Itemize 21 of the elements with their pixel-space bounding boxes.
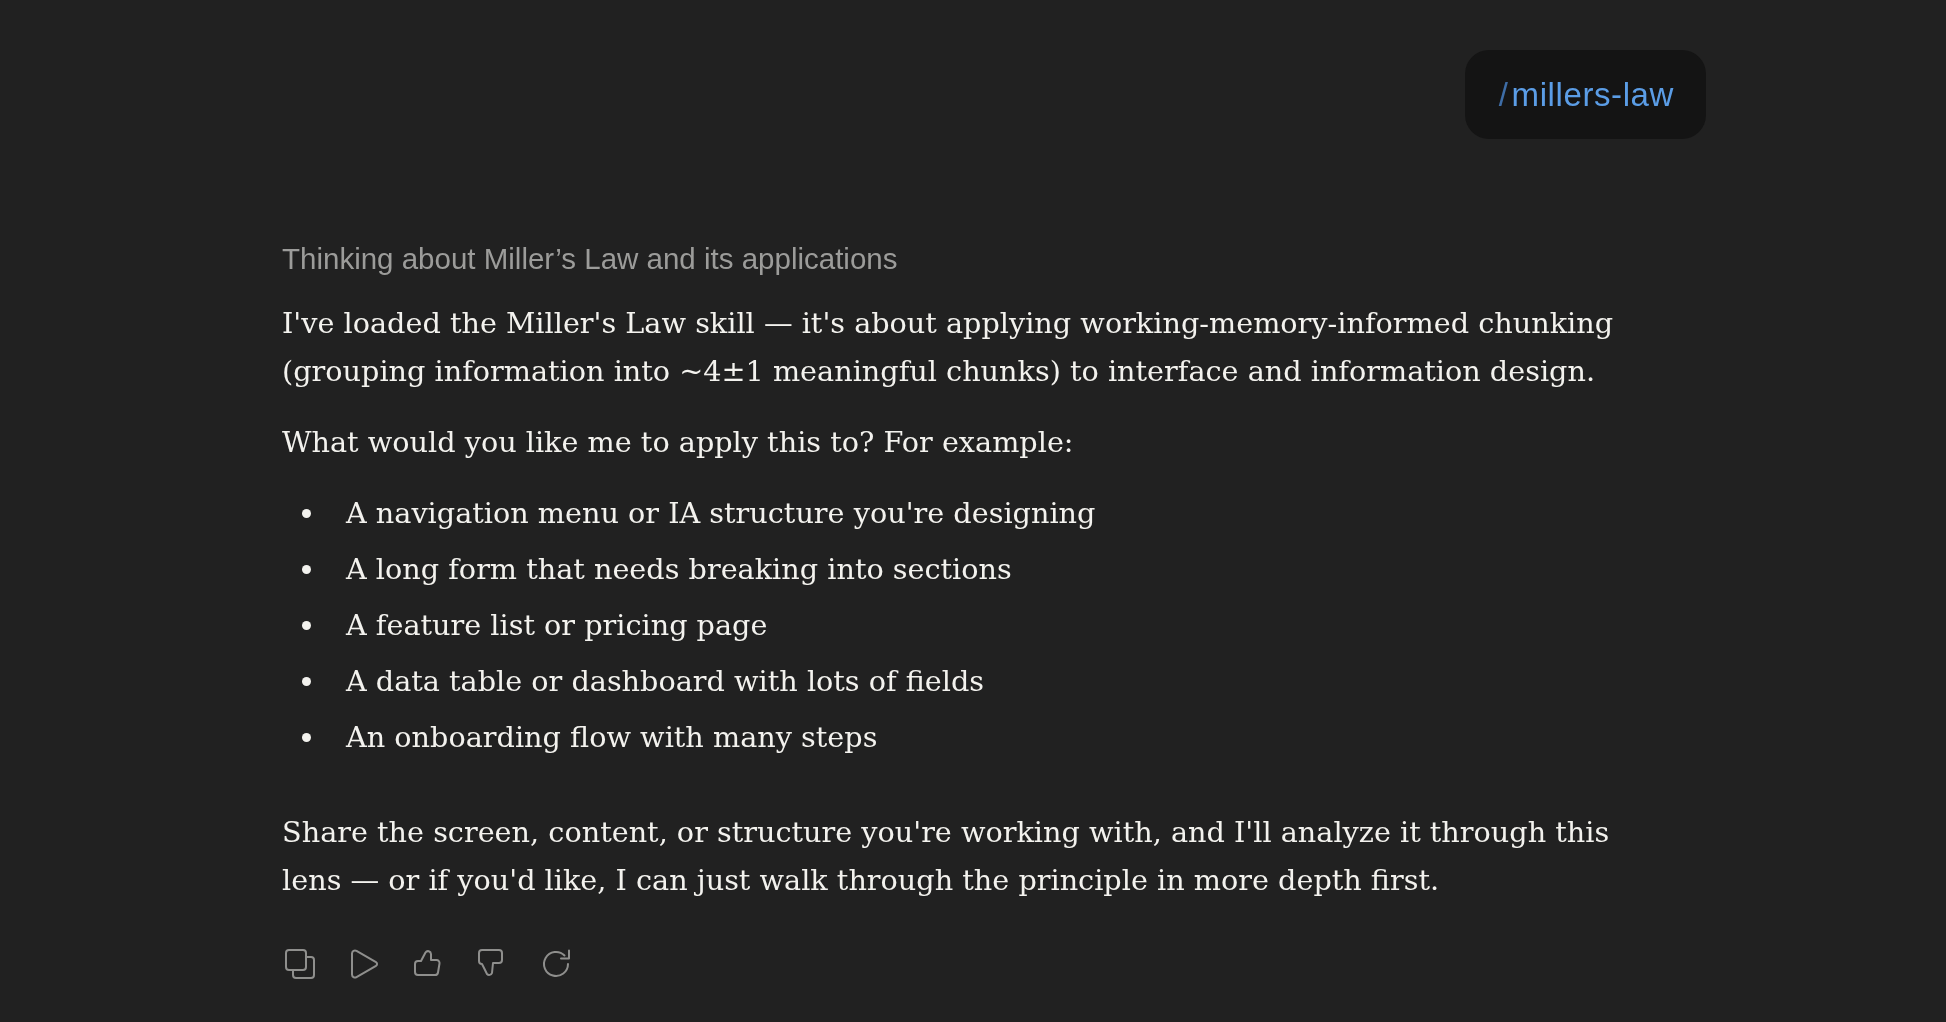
- response-paragraph: What would you like me to apply this to? For example:: [282, 424, 1075, 461]
- list-item-text: A navigation menu or IA structure you're designing: [346, 495, 1096, 532]
- response-paragraph: Share the screen, content, or structure you're working with, and I'll analyze it through this lens — or if you'd like, I can just walk through the principle in more depth first.: [282, 814, 1611, 899]
- slash-command: /millers-law: [1498, 75, 1674, 114]
- thinking-summary[interactable]: Thinking about Miller’s Law and its applications: [282, 242, 898, 275]
- play-icon: [348, 948, 380, 980]
- list-item-text: A data table or dashboard with lots of fields: [346, 663, 985, 700]
- response-paragraph: I've loaded the Miller's Law skill — it's about applying working-memory-informed chunking (grouping information into ~4±1 meaningful chunks) to interface and information design.: [282, 305, 1615, 390]
- refresh-icon: [540, 948, 572, 980]
- list-item-text: A long form that needs breaking into sections: [346, 551, 1012, 588]
- bullet-icon: [302, 508, 311, 518]
- copy-icon: [284, 948, 316, 980]
- list-item-text: An onboarding flow with many steps: [346, 719, 878, 756]
- bullet-icon: [302, 732, 311, 742]
- bullet-icon: [302, 620, 311, 630]
- copy-button[interactable]: [284, 948, 316, 980]
- bullet-icon: [302, 564, 311, 574]
- list-item-text: A feature list or pricing page: [346, 607, 768, 644]
- play-button[interactable]: [348, 948, 380, 980]
- refresh-button[interactable]: [540, 948, 572, 980]
- bullet-icon: [302, 676, 311, 686]
